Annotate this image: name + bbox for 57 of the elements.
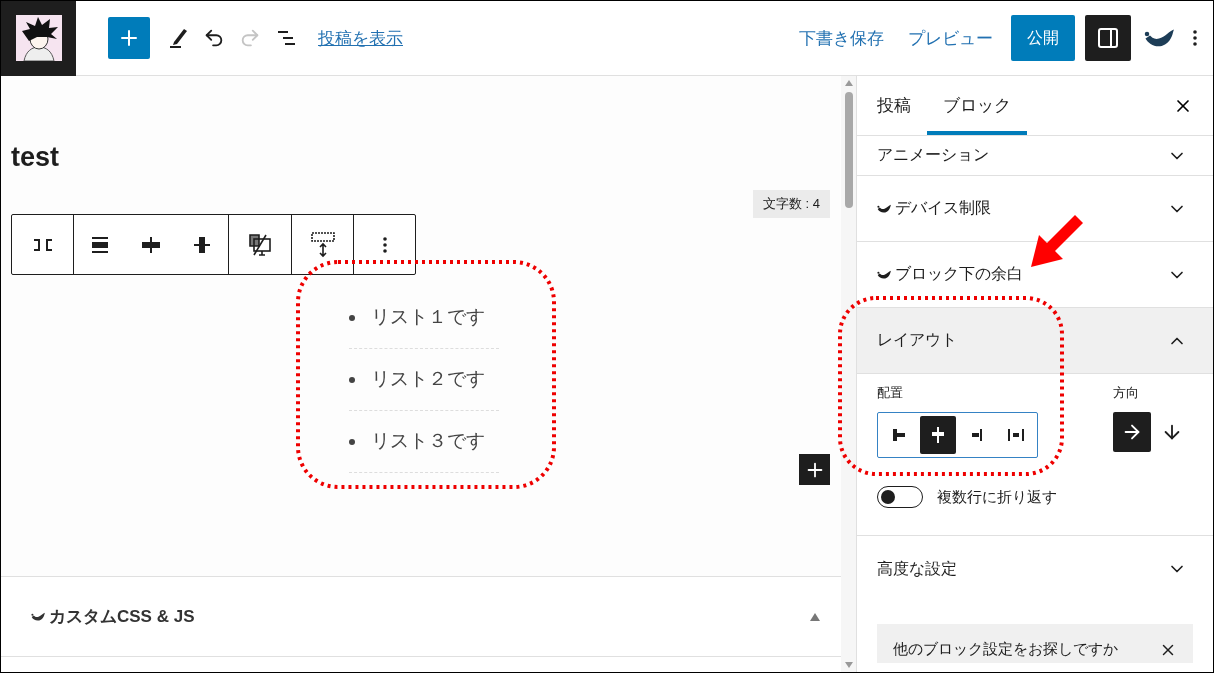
save-draft-button[interactable]: 下書き保存 (787, 17, 896, 59)
scrollbar[interactable] (841, 76, 856, 672)
bullet-icon (349, 314, 355, 321)
justify-left-icon (893, 429, 905, 441)
scrollbar-thumb[interactable] (844, 92, 853, 208)
more-icon (1193, 30, 1197, 46)
direction-button[interactable] (1113, 412, 1151, 452)
bird-icon (877, 203, 891, 214)
panel-title: デバイス制限 (895, 198, 991, 218)
notice-text: 他のブロック設定をお探しですか (893, 640, 1118, 659)
sidebar-tab[interactable]: ブロック (927, 76, 1027, 135)
sidebar-tab[interactable]: 投稿 (861, 76, 927, 135)
scroll-up-icon[interactable] (844, 80, 853, 86)
justify-between-icon (1008, 429, 1024, 441)
panel-title: 高度な設定 (877, 558, 957, 579)
list-item: リスト２です (371, 367, 485, 392)
direction-label: 方向 (1113, 384, 1140, 402)
pen-icon (169, 28, 187, 48)
word-count: 文字数 : 4 (752, 190, 830, 218)
list-icon (277, 31, 295, 45)
wrap-label: 複数行に折り返す (937, 487, 1057, 507)
justify-label: 配置 (877, 384, 904, 402)
panel-header[interactable]: レイアウト (857, 308, 1213, 374)
bird-icon (31, 611, 45, 622)
list-item: リスト３です (371, 429, 485, 454)
undo-icon (203, 27, 225, 49)
justify-center-icon (932, 427, 944, 443)
bird-icon (1144, 27, 1174, 49)
redo-icon (239, 27, 261, 49)
add-block-button[interactable] (799, 454, 830, 485)
bullet-icon (349, 376, 355, 383)
settings-button[interactable] (1085, 15, 1131, 61)
alignment-icon (142, 236, 160, 253)
alignment-icon (193, 236, 212, 253)
bullet-icon (349, 438, 355, 445)
collapse-icon[interactable] (809, 611, 821, 622)
spacing-icon (310, 231, 335, 258)
panel-title: ブロック下の余白 (895, 264, 1023, 284)
alignment-icon (90, 236, 109, 253)
bird-icon (877, 269, 891, 280)
more-icon (382, 236, 387, 253)
scroll-down-icon[interactable] (844, 662, 853, 668)
view-post-link[interactable]: 投稿を表示 (318, 26, 403, 50)
panel-title: レイアウト (877, 330, 957, 350)
post-title[interactable]: test (11, 142, 831, 173)
wrap-toggle[interactable] (877, 486, 923, 508)
sidebar-icon (1096, 26, 1120, 50)
publish-button[interactable]: 公開 (1011, 15, 1075, 61)
justify-right-icon (972, 429, 982, 441)
preview-button[interactable]: プレビュー (896, 17, 1005, 59)
annotation-arrow (1031, 215, 1083, 267)
justify-button[interactable] (920, 416, 956, 454)
device-icon (249, 233, 271, 256)
list-item: リスト１です (371, 305, 485, 330)
transform-icon (32, 238, 53, 251)
meta-box-title: カスタムCSS & JS (49, 606, 195, 628)
panel-title: アニメーション (877, 145, 989, 165)
